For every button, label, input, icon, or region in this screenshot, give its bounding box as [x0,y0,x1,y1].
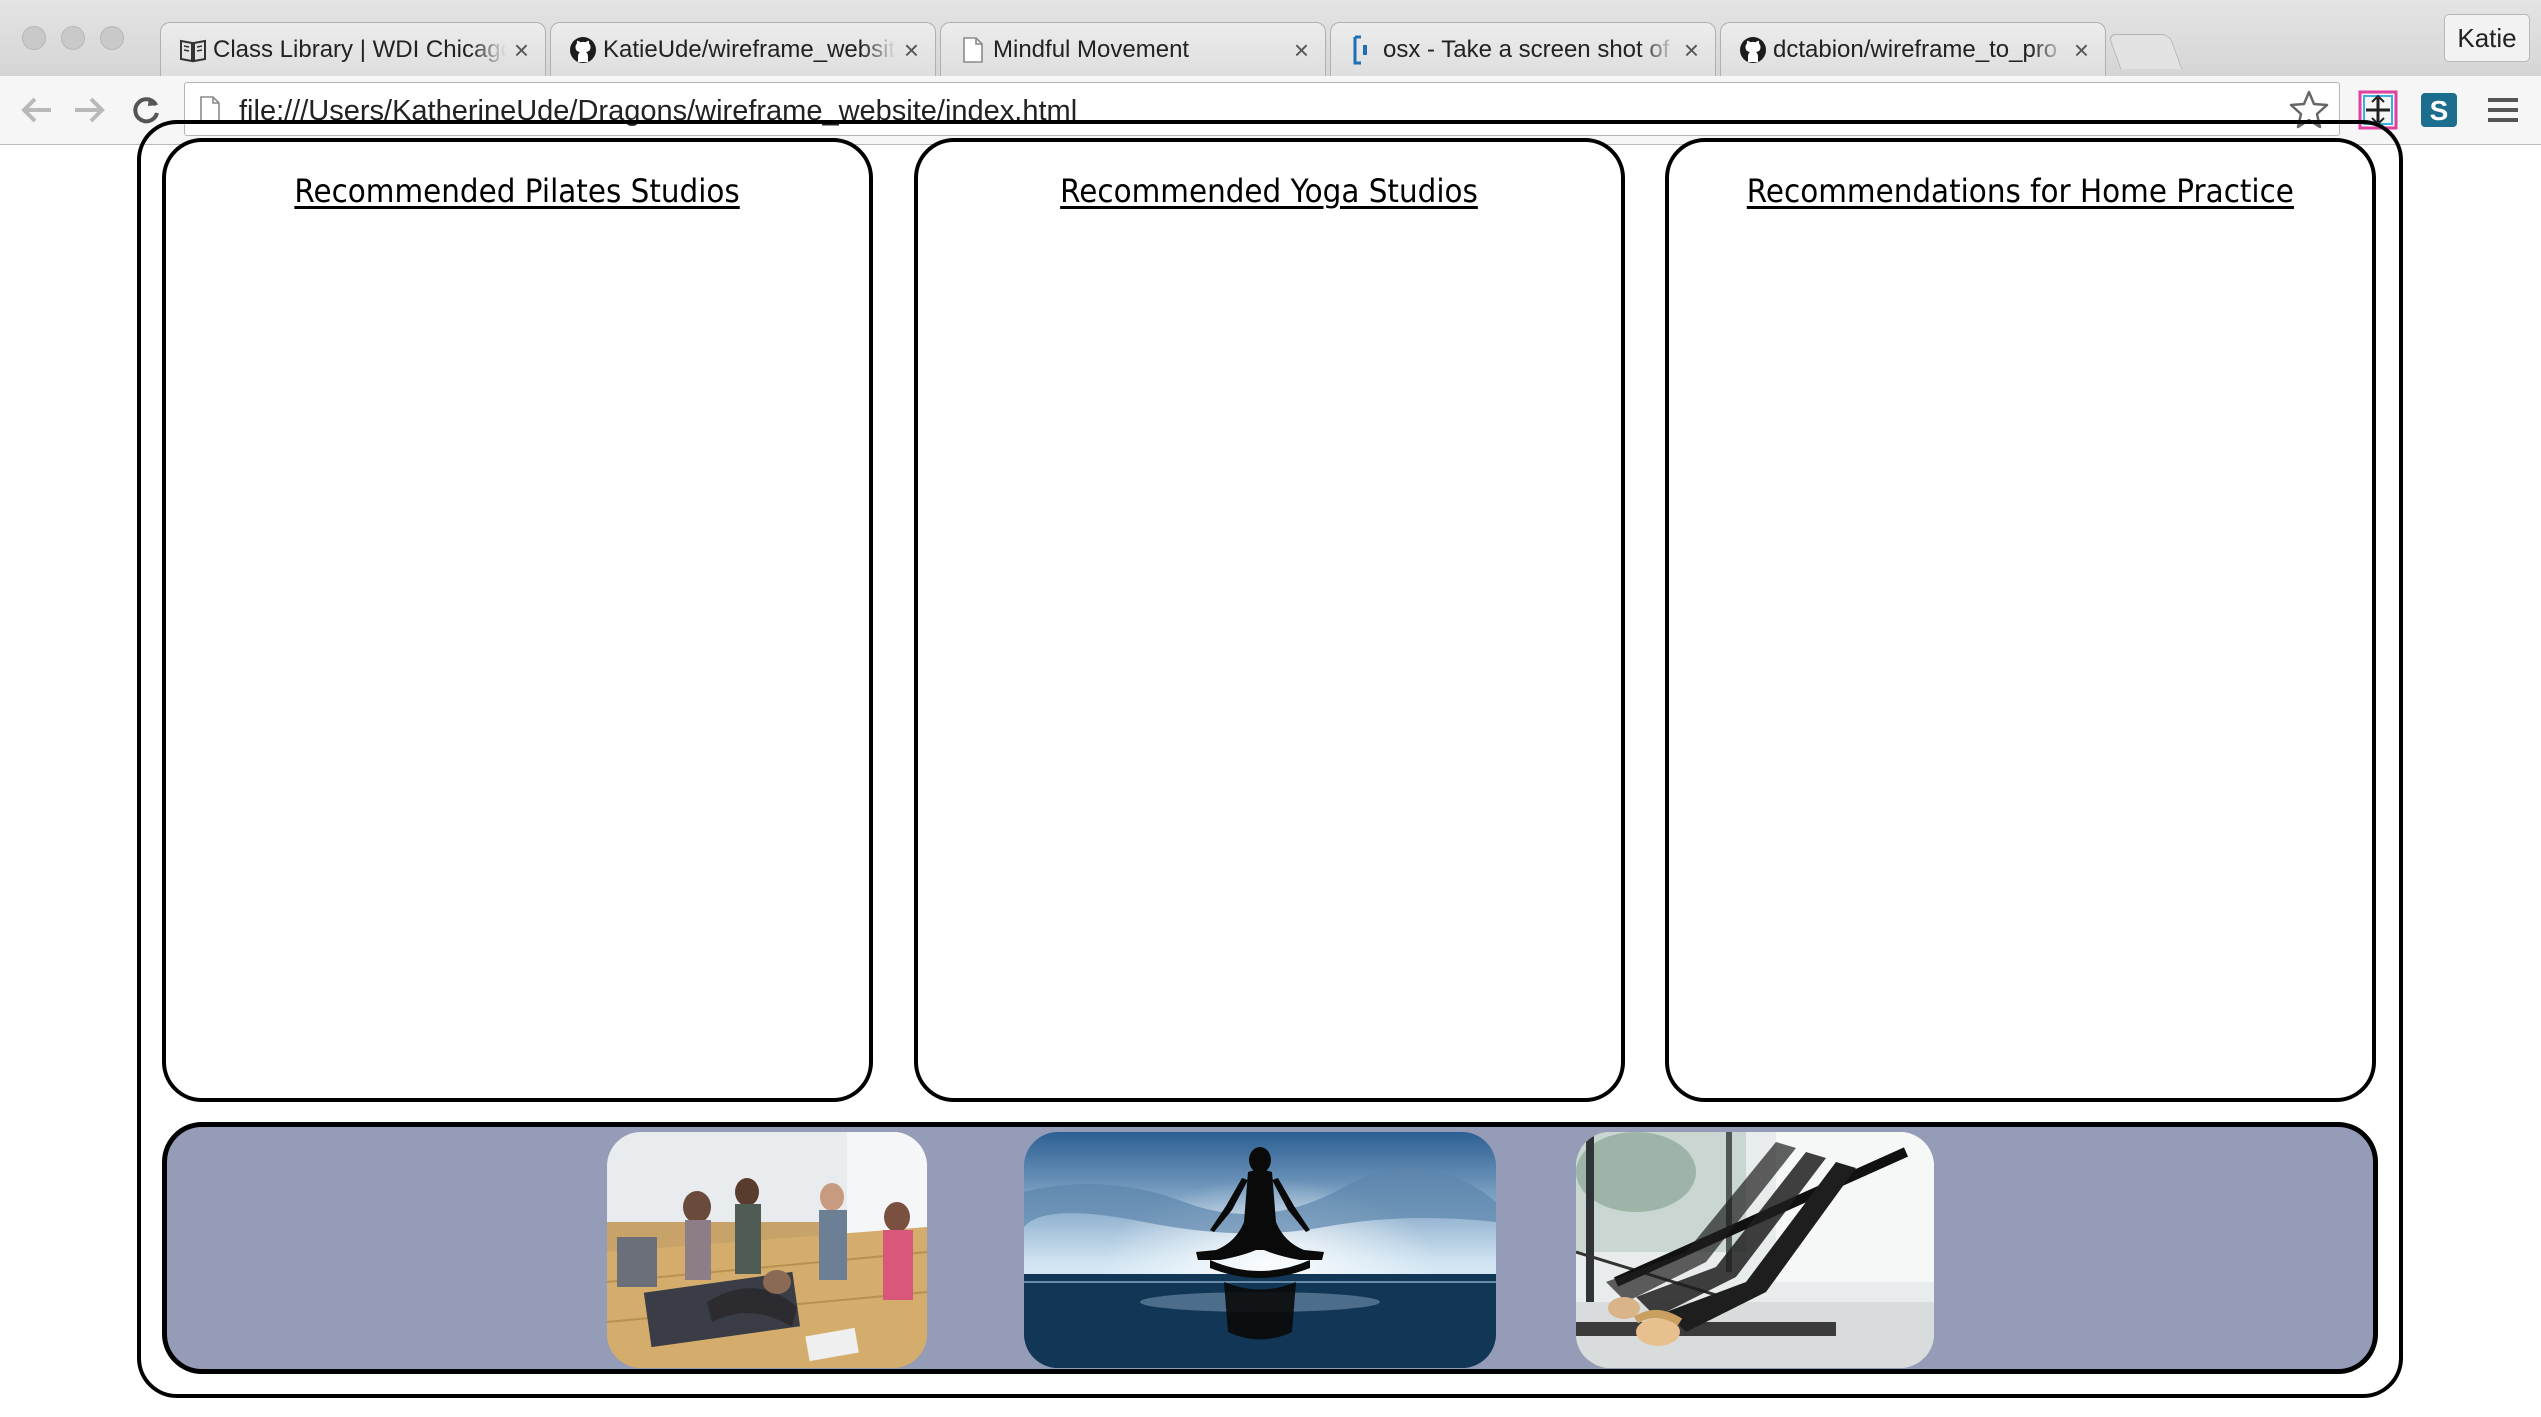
back-arrow-icon [21,97,51,123]
window-zoom-button[interactable] [100,26,124,50]
card-title-yoga[interactable]: Recommended Yoga Studios [1061,172,1479,210]
card-title-home-practice[interactable]: Recommendations for Home Practice [1747,172,2294,210]
page-icon [200,96,220,122]
page-icon [959,36,987,64]
tab-title: Class Library | WDI Chicago [213,35,506,63]
window-minimize-button[interactable] [61,26,85,50]
image-gallery [162,1122,2378,1374]
stackexchange-icon [1349,35,1377,64]
tab-strip: Class Library | WDI Chicago × KatieUde/w… [0,0,2541,76]
extension-s-icon[interactable]: S [2418,89,2460,131]
photo-group-class [607,1132,927,1368]
tab-title: Mindful Movement [993,35,1190,63]
github-icon [569,36,597,64]
photo-pilates-reformer [1576,1132,1934,1368]
tab-osx-screenshot[interactable]: osx - Take a screen shot of × [1330,22,1716,76]
tab-katieude-wireframe[interactable]: KatieUde/wireframe_website × [550,22,936,76]
tab-title: osx - Take a screen shot of [1383,35,1670,63]
tab-title: KatieUde/wireframe_website [603,35,896,63]
card-home-practice: Recommendations for Home Practice [1665,138,2376,1102]
card-yoga-studios: Recommended Yoga Studios [914,138,1625,1102]
photo-meditation-silhouette [1024,1132,1496,1368]
card-title-pilates[interactable]: Recommended Pilates Studios [295,172,740,210]
close-icon[interactable]: × [514,37,529,63]
tab-class-library[interactable]: Class Library | WDI Chicago × [160,22,546,76]
forward-button[interactable] [70,90,110,130]
back-button[interactable] [16,90,56,130]
menu-icon[interactable] [2482,89,2524,131]
close-icon[interactable]: × [904,37,919,63]
close-icon[interactable]: × [1294,37,1309,63]
tab-title: dctabion/wireframe_to_pro [1773,35,2058,63]
forward-arrow-icon [75,97,105,123]
reload-icon [133,97,159,124]
card-pilates-studios: Recommended Pilates Studios [162,138,873,1102]
close-icon[interactable]: × [1684,37,1699,63]
window-close-button[interactable] [22,26,46,50]
book-icon [179,36,207,64]
close-icon[interactable]: × [2074,37,2089,63]
svg-text:S: S [2430,95,2449,126]
tab-dctabion-wireframe[interactable]: dctabion/wireframe_to_pro × [1720,22,2106,76]
github-icon [1739,36,1767,64]
new-tab-button[interactable] [2107,34,2183,69]
tab-mindful-movement[interactable]: Mindful Movement × [940,22,1326,76]
profile-button[interactable]: Katie [2444,14,2530,62]
